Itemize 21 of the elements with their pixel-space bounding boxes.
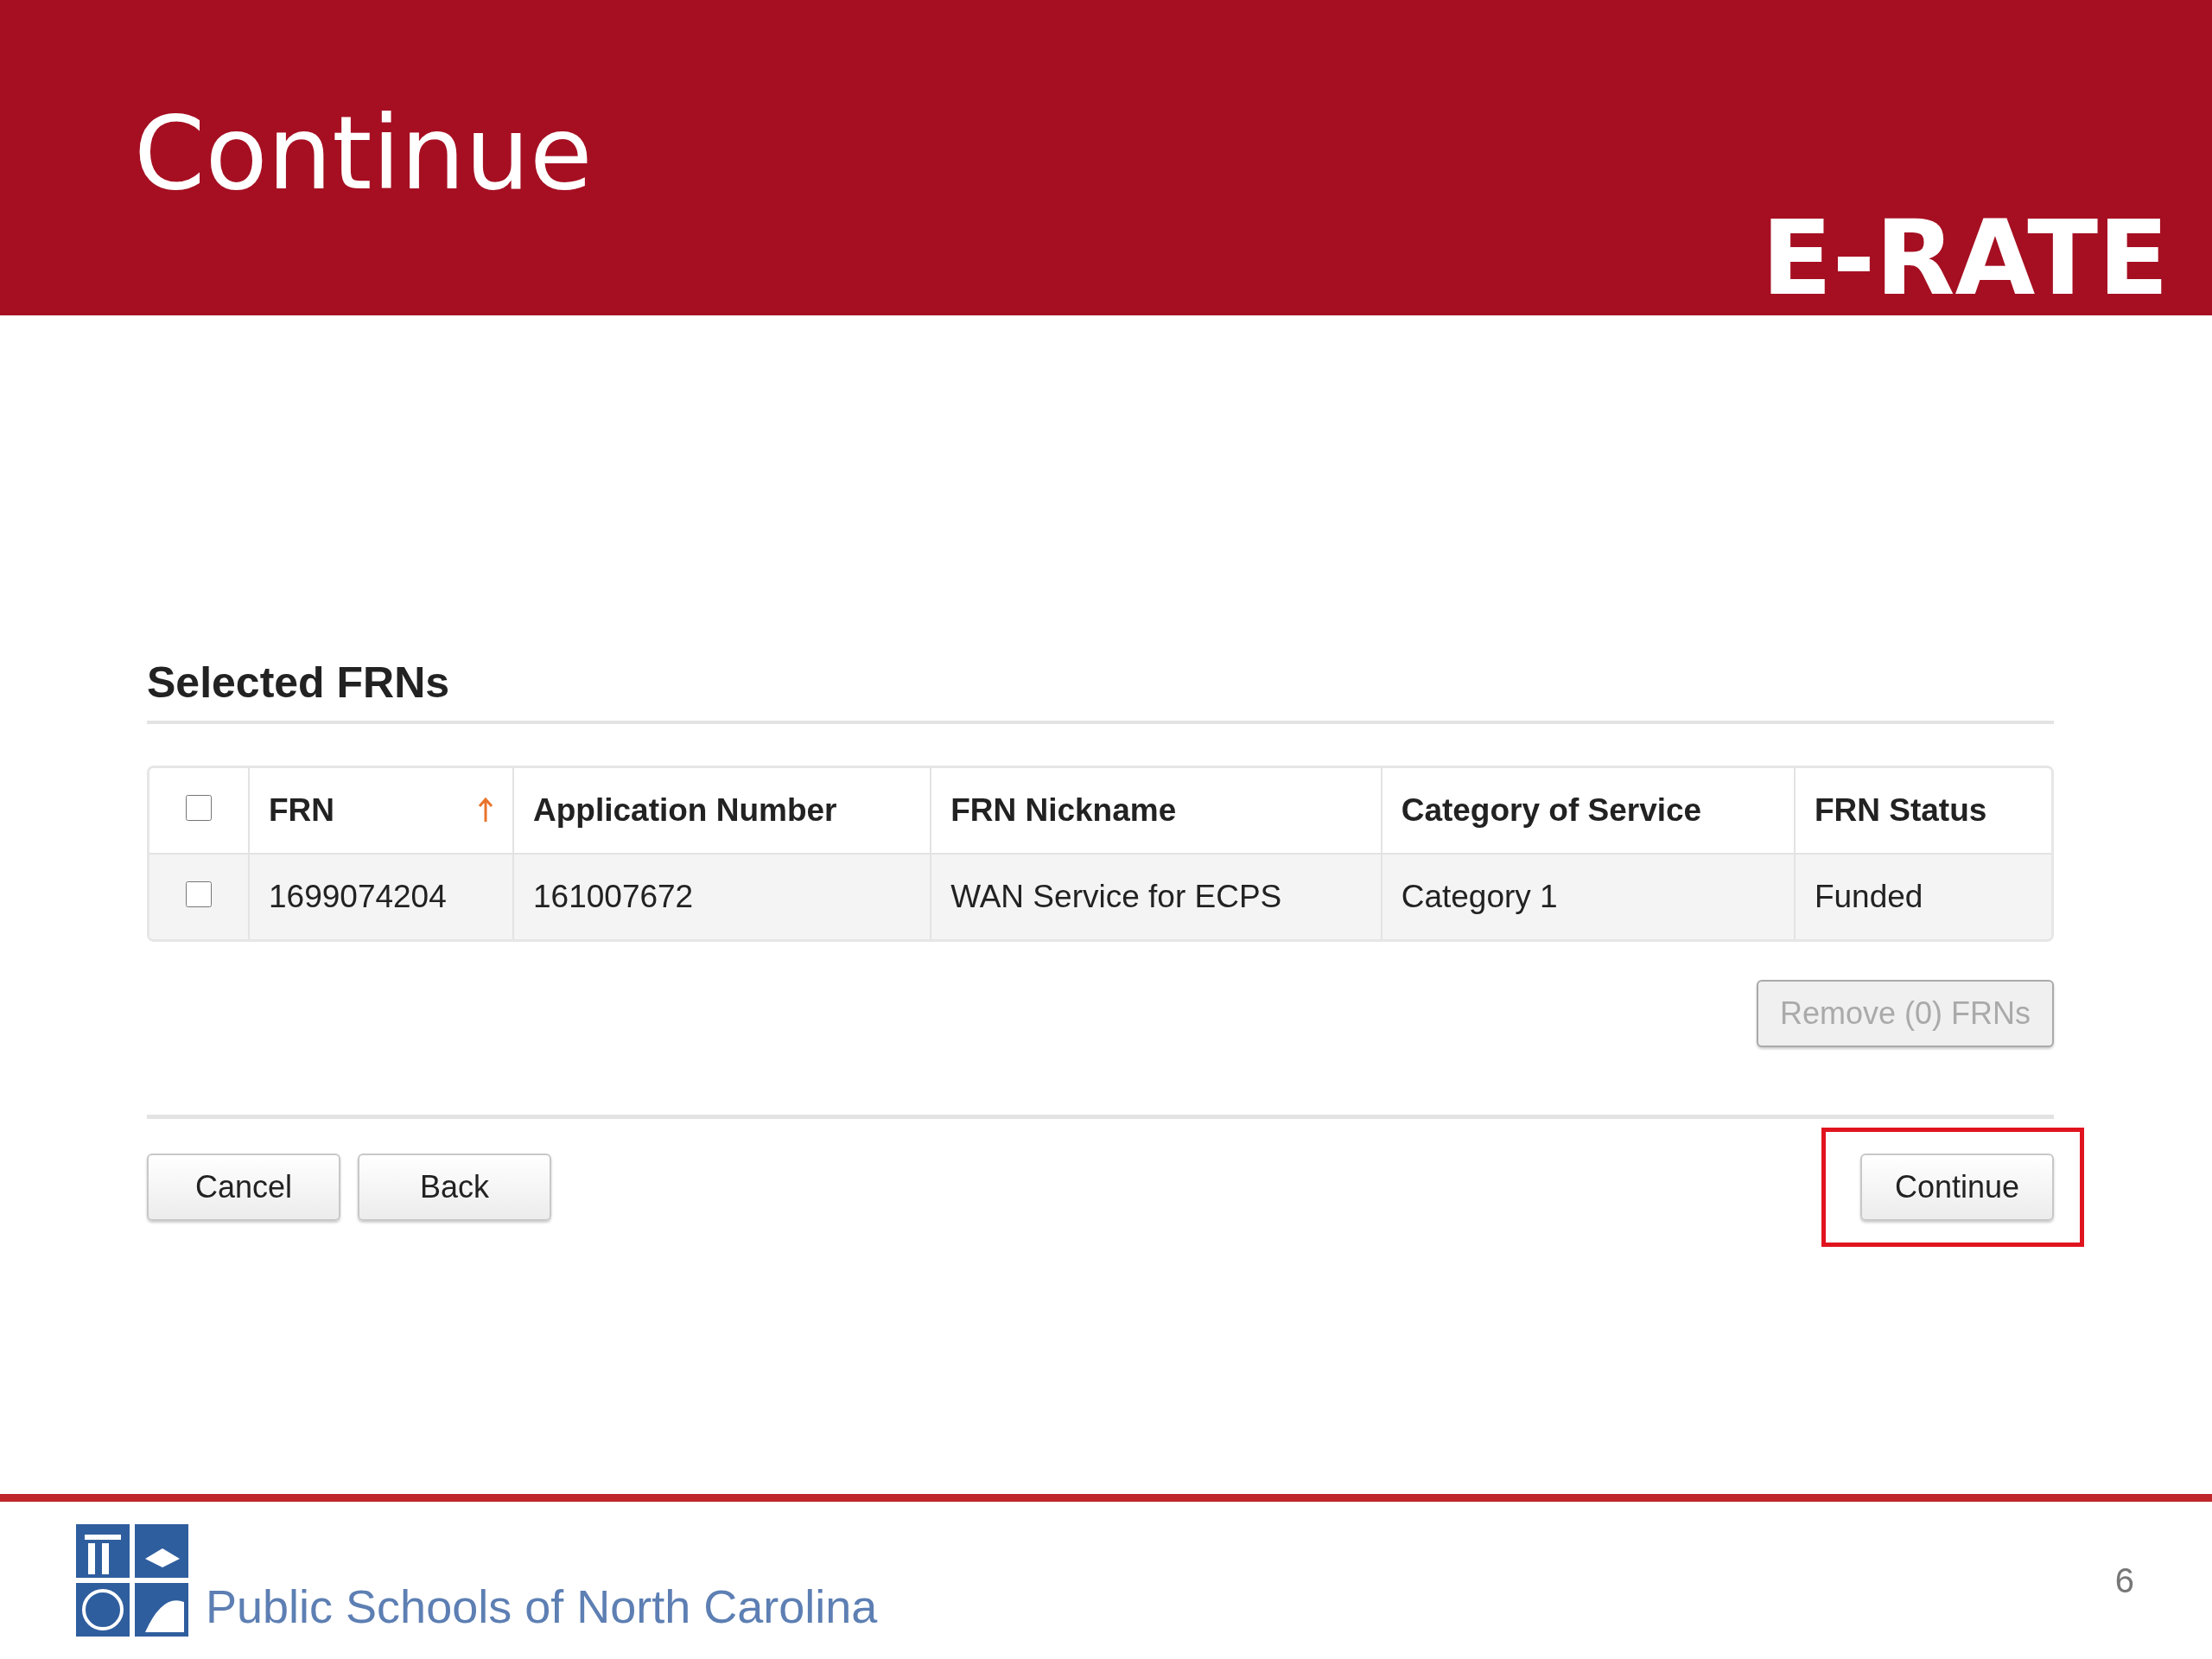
action-button[interactable]: Back (358, 1154, 551, 1221)
slide-title: Continue (134, 92, 593, 214)
select-all-checkbox[interactable] (186, 795, 212, 822)
table-cell: Funded (1794, 854, 2051, 939)
organization-name: Public Schools of North Carolina (206, 1579, 878, 1634)
column-header[interactable]: Application Number (533, 786, 837, 835)
action-button[interactable]: Cancel (147, 1154, 340, 1221)
row-checkbox[interactable] (186, 881, 212, 908)
action-button[interactable]: Continue (1860, 1154, 2054, 1221)
table-cell: 161007672 (513, 854, 931, 939)
column-header[interactable]: FRN (269, 786, 335, 835)
page-number: 6 (2114, 1560, 2134, 1601)
column-header[interactable]: FRN Nickname (950, 786, 1177, 835)
table-cell: 1699074204 (249, 854, 513, 939)
table-cell: Category 1 (1381, 854, 1795, 939)
school-logo-icon (76, 1524, 188, 1637)
column-header[interactable]: FRN Status (1814, 786, 1987, 835)
section-title: Selected FRNs (147, 657, 2054, 724)
column-header[interactable]: Category of Service (1401, 786, 1702, 835)
table-cell: WAN Service for ECPS (931, 854, 1382, 939)
brand-logo: E-RATE (1761, 207, 2169, 310)
